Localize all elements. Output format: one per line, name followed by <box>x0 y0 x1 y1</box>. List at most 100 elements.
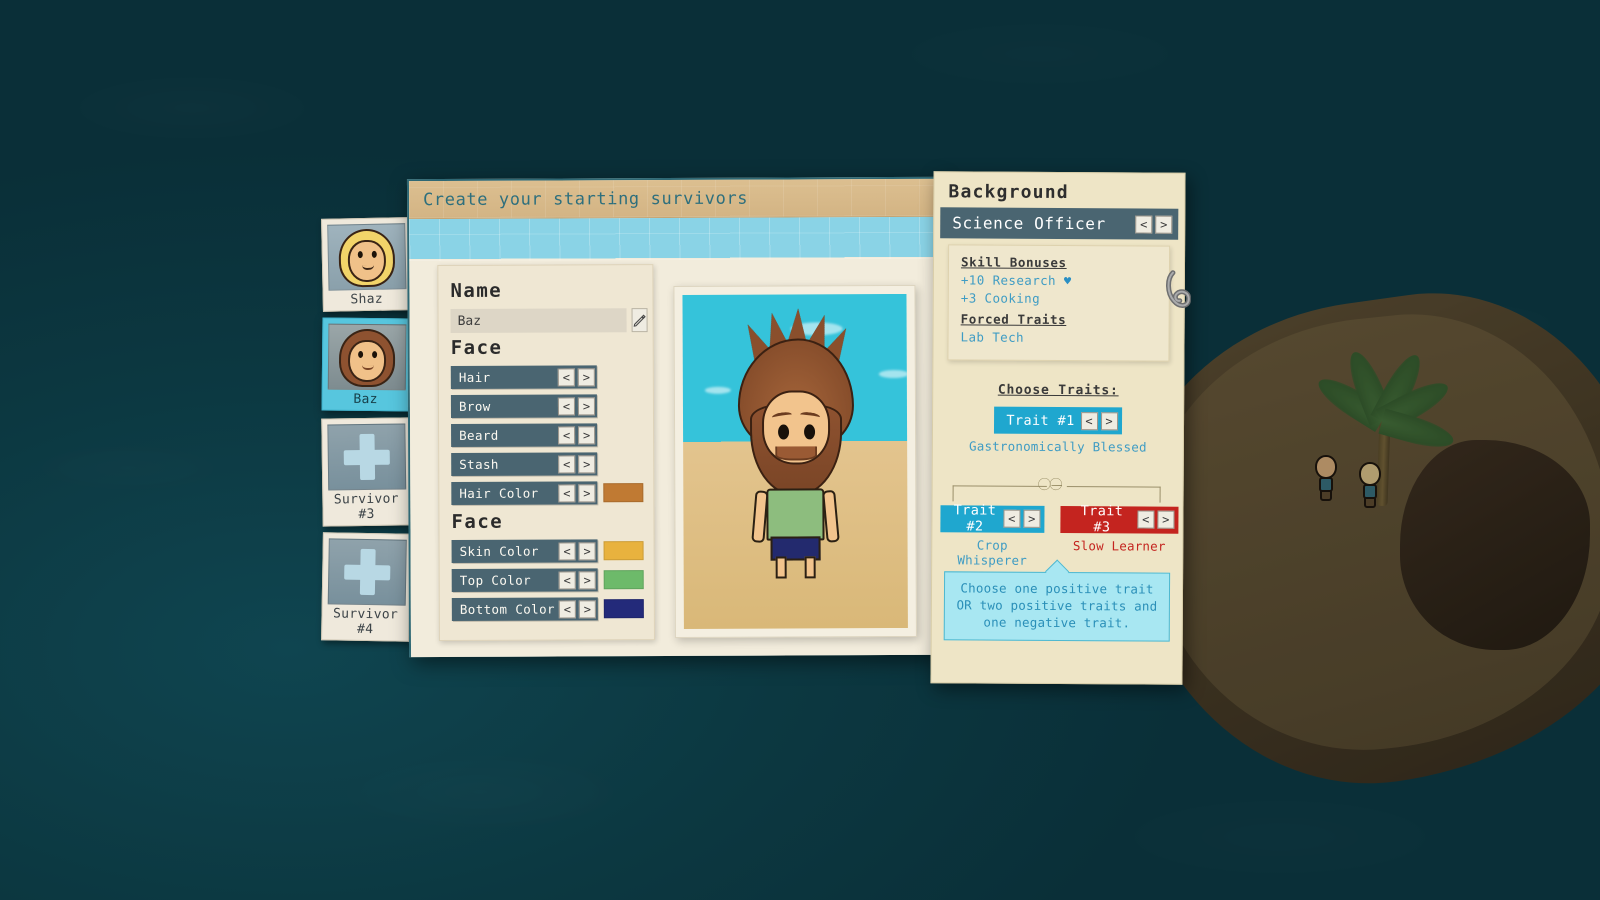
option-bar: Top Color < > <box>451 568 598 592</box>
trait-3-arrows: < > <box>1137 510 1175 529</box>
option-label: Hair Color <box>459 485 539 501</box>
background-selector: Science Officer < > <box>940 207 1179 240</box>
chain-link-icon: ⃝—⃝ <box>1046 478 1067 494</box>
next-button[interactable]: > <box>577 367 595 386</box>
next-button[interactable]: > <box>577 396 595 415</box>
trait-2-chip-label: Trait #2 <box>953 502 997 535</box>
prev-button[interactable]: < <box>558 454 576 474</box>
trait-2-block: Trait #2 < > Crop Whisperer <box>940 499 1045 568</box>
survivor-tab-4[interactable]: Survivor #4 <box>321 532 411 642</box>
traits-hint-tooltip: Choose one positive trait OR two positiv… <box>943 559 1171 642</box>
survivor-tab-3[interactable]: Survivor #3 <box>321 417 411 527</box>
next-button[interactable]: > <box>1157 510 1175 529</box>
option-bar: Bottom Color < > <box>451 597 598 621</box>
character-sprite <box>720 308 871 579</box>
game-screen: Shaz Baz Survivor #3 Survivor #4 Create … <box>0 0 1600 900</box>
body-section-title: Face <box>451 510 504 533</box>
character-creation-window: Create your starting survivors Name Face <box>406 176 940 658</box>
option-bar: Brow < > <box>450 394 598 418</box>
prev-button[interactable]: < <box>1080 411 1098 430</box>
trait-3-selector[interactable]: Trait #3 < > <box>1060 503 1179 536</box>
trait-2-selector[interactable]: Trait #2 < > <box>940 502 1045 535</box>
option-label: Brow <box>458 398 491 414</box>
option-label: Hair <box>458 369 491 385</box>
prev-button[interactable]: < <box>1003 509 1021 528</box>
next-button[interactable]: > <box>578 425 596 444</box>
survivor-tab-label: Survivor #3 <box>333 491 399 523</box>
prev-button[interactable]: < <box>558 425 576 445</box>
paperclip-icon <box>1165 270 1191 308</box>
option-row-hair-color: Hair Color < > <box>451 481 644 505</box>
trait-1-name: Gastronomically Blessed <box>968 438 1147 455</box>
next-button[interactable]: > <box>578 454 596 473</box>
window-body: Name Face Hair < <box>409 216 938 658</box>
next-button[interactable]: > <box>578 599 596 618</box>
next-button[interactable]: > <box>578 483 596 502</box>
survivor-tab-shaz[interactable]: Shaz <box>321 217 411 312</box>
option-arrows: < > <box>558 599 596 618</box>
plus-icon <box>343 434 390 481</box>
tooltip-text: Choose one positive trait OR two positiv… <box>956 580 1158 631</box>
trait-pair-block: ⃝—⃝ Trait #2 < > Crop Whisperer Trait #3… <box>932 475 1182 567</box>
color-swatch-bottom <box>603 599 644 619</box>
background-arrows: < > <box>1135 214 1173 234</box>
trait-2-arrows: < > <box>1003 509 1041 528</box>
prev-button[interactable]: < <box>558 541 576 561</box>
skill-bonus-text: +3 Cooking <box>960 290 1041 306</box>
prev-button[interactable]: < <box>557 367 575 387</box>
name-input[interactable] <box>450 308 627 333</box>
next-button[interactable]: > <box>1023 509 1041 528</box>
survivor-tab-label: Baz <box>353 391 378 408</box>
empty-slot-thumb <box>327 423 407 491</box>
option-label: Skin Color <box>459 543 539 559</box>
trait-3-block: Trait #3 < > Slow Learner <box>1060 500 1179 553</box>
prev-button[interactable]: < <box>1137 510 1155 529</box>
survivor-tab-baz[interactable]: Baz <box>321 317 411 412</box>
customization-form: Name Face Hair < <box>437 264 655 642</box>
background-name: Science Officer <box>952 213 1106 234</box>
character-preview <box>682 293 908 629</box>
option-row-stash: Stash < > <box>451 452 643 476</box>
trait-2-name: Crop Whisperer <box>957 537 1028 568</box>
next-button[interactable]: > <box>1100 411 1118 430</box>
trait-1-block: Trait #1 < > Gastronomically Blessed <box>933 406 1183 455</box>
world-survivor-shaz <box>1358 462 1382 508</box>
survivor-tab-label: Shaz <box>350 291 384 308</box>
option-label: Top Color <box>459 572 532 588</box>
trait-1-selector[interactable]: Trait #1 < > <box>994 406 1122 435</box>
survivor-portrait-thumb <box>327 223 407 291</box>
color-swatch-skin <box>603 541 644 561</box>
prev-button[interactable]: < <box>1135 214 1153 234</box>
option-arrows: < > <box>557 367 595 387</box>
option-row-beard: Beard < > <box>451 423 643 447</box>
name-section-title: Name <box>450 279 503 302</box>
option-row-brow: Brow < > <box>450 394 643 418</box>
option-bar: Beard < > <box>451 423 598 447</box>
prev-button[interactable]: < <box>558 599 576 618</box>
prev-button[interactable]: < <box>558 483 576 503</box>
trait-3-chip-label: Trait #3 <box>1080 503 1124 536</box>
option-label: Stash <box>459 456 499 472</box>
option-bar: Stash < > <box>451 452 598 476</box>
name-row <box>450 308 648 333</box>
background-panel-title: Background <box>948 181 1069 204</box>
next-button[interactable]: > <box>578 541 596 560</box>
color-swatch-top <box>603 570 644 590</box>
skill-bonus-text: +10 Research <box>960 272 1057 288</box>
character-preview-frame <box>673 284 917 638</box>
next-button[interactable]: > <box>1155 215 1173 234</box>
edit-name-button[interactable] <box>631 308 648 333</box>
option-label: Bottom Color <box>459 601 555 617</box>
window-title: Create your starting survivors <box>408 178 936 220</box>
option-bar: Hair Color < > <box>451 481 598 505</box>
prev-button[interactable]: < <box>558 570 576 590</box>
option-arrows: < > <box>558 541 596 561</box>
choose-traits-heading: Choose Traits: <box>997 382 1119 399</box>
tooltip-arrow <box>1045 559 1070 584</box>
cloud-icon <box>878 369 908 379</box>
prev-button[interactable]: < <box>557 396 575 416</box>
option-bar: Skin Color < > <box>451 539 598 563</box>
heart-icon: ♥ <box>1063 274 1072 289</box>
next-button[interactable]: > <box>578 570 596 589</box>
survivor-portrait-thumb <box>327 323 407 391</box>
